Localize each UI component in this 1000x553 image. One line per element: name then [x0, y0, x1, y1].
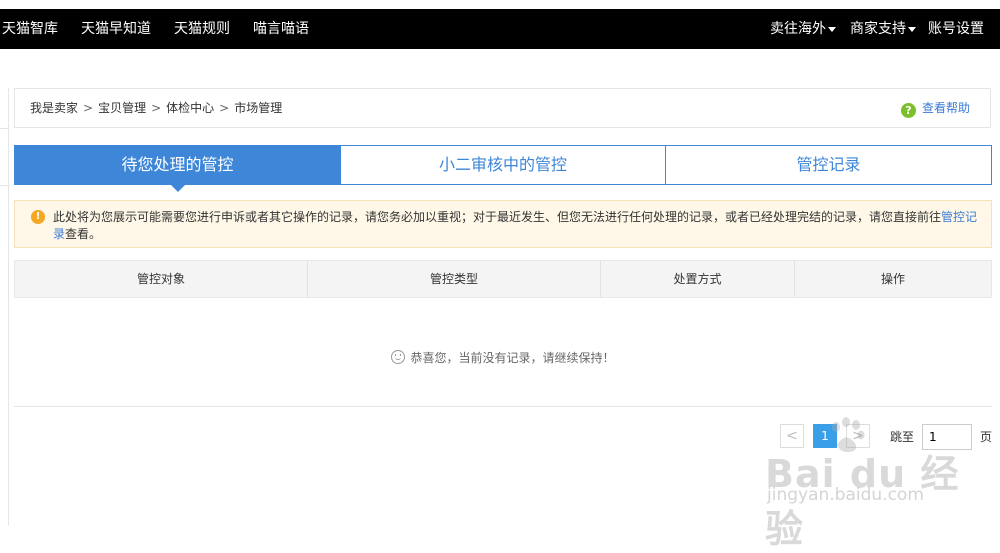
tab-control-records[interactable]: 管控记录 [665, 145, 992, 185]
help-link[interactable]: ? 查看帮助 [900, 89, 970, 127]
notice-text: 此处将为您展示可能需要您进行申诉或者其它操作的记录，请您务必加以重视；对于最近发… [53, 210, 942, 224]
notice-banner: ! 此处将为您展示可能需要您进行申诉或者其它操作的记录，请您务必加以重视；对于最… [14, 200, 992, 248]
column-header-actions: 操作 [880, 272, 905, 286]
pagination-prev-button[interactable]: < [780, 424, 804, 448]
tab-under-review-controls[interactable]: 小二审核中的管控 [340, 145, 666, 185]
breadcrumb-separator: > [219, 101, 230, 115]
nav-link-miaoyan[interactable]: 喵言喵语 [253, 9, 309, 49]
warning-icon: ! [31, 210, 45, 224]
smile-icon [391, 350, 406, 364]
nav-menu-account-settings[interactable]: 账号设置 [928, 9, 984, 49]
empty-state-text: 恭喜您，当前没有记录，请继续保持！ [410, 351, 615, 365]
breadcrumb-separator: > [151, 101, 162, 115]
pagination-next-button[interactable]: > [846, 424, 870, 448]
watermark-url: jingyan.baidu.com [767, 485, 924, 505]
sidebar-edge [0, 88, 9, 526]
breadcrumb-item-seller[interactable]: 我是卖家 [30, 101, 78, 115]
tab-pending-controls[interactable]: 待您处理的管控 [14, 145, 341, 192]
question-circle-icon: ? [900, 103, 916, 118]
nav-menu-merchant-support[interactable]: 商家支持 [850, 9, 916, 49]
breadcrumb-item-market-management: 市场管理 [234, 101, 283, 115]
nav-menu-label: 商家支持 [850, 21, 906, 37]
breadcrumb-separator: > [83, 101, 94, 115]
watermark-logo-text: Bai du 经验 [765, 452, 960, 551]
chevron-down-icon [828, 26, 836, 32]
breadcrumb-bar: 我是卖家 > 宝贝管理 > 体检中心 > 市场管理 ? 查看帮助 [14, 88, 991, 128]
nav-menu-label: 账号设置 [928, 21, 984, 37]
nav-menu-sell-overseas[interactable]: 卖往海外 [770, 9, 836, 49]
pagination-current-page[interactable]: 1 [813, 424, 837, 448]
notice-suffix: 查看。 [65, 227, 102, 241]
column-header-control-type: 管控类型 [308, 261, 601, 297]
nav-menu-label: 卖往海外 [770, 21, 826, 37]
breadcrumb-item-health-center[interactable]: 体检中心 [166, 101, 214, 115]
table-header: 管控对象 管控类型 处置方式 操作 [14, 260, 992, 298]
sidebar-divider [0, 128, 8, 129]
chevron-down-icon [908, 26, 916, 32]
sidebar-divider [0, 185, 8, 186]
content-divider [14, 406, 992, 407]
tab-bar: 待您处理的管控 小二审核中的管控 管控记录 [14, 145, 992, 192]
breadcrumb: 我是卖家 > 宝贝管理 > 体检中心 > 市场管理 [30, 89, 282, 127]
empty-state: 恭喜您，当前没有记录，请继续保持！ [14, 348, 992, 368]
nav-link-tmall-zaozhidao[interactable]: 天猫早知道 [81, 9, 151, 49]
nav-link-tmall-rules[interactable]: 天猫规则 [174, 9, 230, 49]
nav-link-tmall-zhiku[interactable]: 天猫智库 [2, 9, 58, 49]
help-label: 查看帮助 [921, 101, 970, 115]
breadcrumb-item-item-management[interactable]: 宝贝管理 [98, 101, 146, 115]
pagination-jump-label: 跳至 [890, 430, 915, 444]
column-header-control-object: 管控对象 [15, 261, 308, 297]
pagination-page-unit: 页 [980, 430, 993, 444]
top-nav-bar: 天猫智库 天猫早知道 天猫规则 喵言喵语 卖往海外 商家支持 账号设置 [0, 9, 1000, 49]
pagination-jump-input[interactable] [922, 424, 972, 450]
column-header-disposal: 处置方式 [601, 261, 795, 297]
